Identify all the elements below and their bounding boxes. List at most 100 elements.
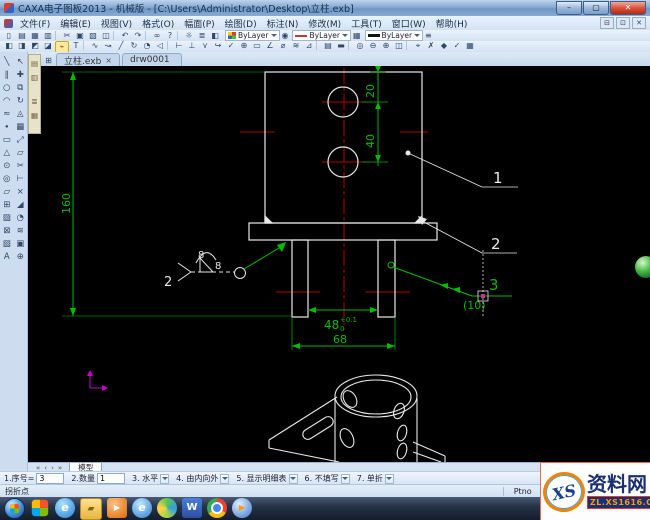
toolbar-icon[interactable]: ▧ xyxy=(87,31,99,41)
assistant-ball-icon[interactable] xyxy=(635,256,650,278)
dropdown-arrow-icon[interactable] xyxy=(288,473,298,484)
toolbar-icon[interactable]: ◪ xyxy=(42,41,54,51)
toolbar-icon[interactable] xyxy=(55,30,60,40)
toolbar-icon[interactable]: ✂ xyxy=(61,31,73,41)
toolbar-icon[interactable]: ◫ xyxy=(100,31,112,41)
draw-tool-icon[interactable]: △ xyxy=(1,146,13,159)
draw-tool-icon[interactable]: ≈ xyxy=(1,107,13,120)
modify-tool-icon[interactable]: ⤢ xyxy=(14,133,26,146)
modify-tool-icon[interactable]: ✂ xyxy=(14,159,26,172)
tabstrip-icon[interactable]: ⊞ xyxy=(43,55,54,66)
toolbar-icon[interactable]: ↻ xyxy=(128,41,140,51)
toolbar-icon[interactable]: ◧ xyxy=(3,41,15,51)
menu-item[interactable]: 格式(O) xyxy=(137,16,179,31)
modify-tool-icon[interactable]: ↻ xyxy=(14,94,26,107)
modify-tool-icon[interactable]: ▦ xyxy=(14,120,26,133)
draw-tool-icon[interactable]: ⊙ xyxy=(1,159,13,172)
linetype-combo[interactable]: ByLayer xyxy=(292,30,351,41)
menu-item[interactable]: 文件(F) xyxy=(15,16,55,31)
draw-tool-icon[interactable]: ▱ xyxy=(1,185,13,198)
quantity-input[interactable]: 1 xyxy=(96,473,125,484)
linetype-manager-icon[interactable]: ▦ xyxy=(353,31,361,40)
taskbar-app-icon[interactable] xyxy=(31,499,49,516)
taskbar-app-icon[interactable] xyxy=(207,497,227,518)
menu-item[interactable]: 视图(V) xyxy=(96,16,137,31)
color-combo[interactable]: ByLayer xyxy=(225,30,280,41)
draw-tool-icon[interactable]: ○ xyxy=(1,81,13,94)
modify-tool-icon[interactable]: ✚ xyxy=(14,68,26,81)
toolbar-icon[interactable] xyxy=(83,40,88,50)
toolbar-icon[interactable]: ◧ xyxy=(209,31,221,41)
mdi-window-button[interactable]: ⊟ xyxy=(600,17,614,29)
modify-tool-icon[interactable]: ⊢ xyxy=(14,172,26,185)
draw-tool-icon[interactable]: ▭ xyxy=(1,133,13,146)
serial-input[interactable]: 3 xyxy=(36,473,65,484)
document-tab[interactable]: drw0001 xyxy=(121,53,182,66)
maximize-button[interactable]: ▢ xyxy=(583,1,609,15)
draw-tool-icon[interactable]: ⊞ xyxy=(1,198,13,211)
modify-tool-icon[interactable]: ▱ xyxy=(14,146,26,159)
modify-tool-icon[interactable]: ◢ xyxy=(14,198,26,211)
toolbar-icon[interactable]: ⌖ xyxy=(412,41,424,51)
toolbar-icon[interactable]: ∿ xyxy=(89,41,101,51)
toolbar-icon[interactable]: ◔ xyxy=(141,41,153,51)
menu-item[interactable]: 帮助(H) xyxy=(431,16,473,31)
toolbar-icon[interactable]: ◫ xyxy=(393,41,405,51)
menu-item[interactable]: 幅面(P) xyxy=(179,16,219,31)
toolbar-icon[interactable]: ? xyxy=(164,31,176,41)
toolbar-icon[interactable]: ▭ xyxy=(251,41,263,51)
close-button[interactable]: ✕ xyxy=(610,1,646,15)
toolbar-icon[interactable]: ∞ xyxy=(151,31,163,41)
toolbar-icon[interactable]: ⊥ xyxy=(186,41,198,51)
dock-tab-icon[interactable]: ▦ xyxy=(30,109,40,121)
toolbar-icon[interactable]: ✗ xyxy=(425,41,437,51)
minimize-button[interactable]: – xyxy=(556,1,582,15)
modify-tool-icon[interactable]: ↖ xyxy=(14,55,26,68)
modify-tool-icon[interactable]: ⨯ xyxy=(14,185,26,198)
drawing-canvas[interactable]: 20 40 160 48 +0.1 0 68 (10) 3 1 2 2 8 8 xyxy=(28,66,650,462)
draw-tool-icon[interactable]: ╲ xyxy=(1,55,13,68)
taskbar-app-icon[interactable]: e xyxy=(132,497,152,518)
dropdown-arrow-icon[interactable] xyxy=(340,473,350,484)
toolbar-icon[interactable]: ↷ xyxy=(132,31,144,41)
color-wheel-icon[interactable]: ◉ xyxy=(282,31,289,40)
toolbar-icon[interactable]: ▬ xyxy=(335,41,347,51)
taskbar-app-icon[interactable]: ▰ xyxy=(80,497,102,520)
taskbar-app-icon[interactable]: e xyxy=(55,497,75,518)
dock-tab-icon[interactable]: ≣ xyxy=(30,95,40,107)
dropdown-arrow-icon[interactable] xyxy=(384,473,394,484)
dropdown-arrow-icon[interactable] xyxy=(220,473,230,484)
toolbar-icon[interactable]: ↪ xyxy=(212,41,224,51)
toolbar-icon[interactable]: ◁ xyxy=(154,41,166,51)
toolbar-icon[interactable] xyxy=(348,40,353,50)
start-button[interactable] xyxy=(4,498,25,519)
toolbar-icon[interactable]: ≣ xyxy=(196,31,208,41)
tab-close-icon[interactable]: × xyxy=(105,56,112,65)
toolbar-icon[interactable]: ▦ xyxy=(464,41,476,51)
toolbar-icon[interactable]: ✓ xyxy=(451,41,463,51)
toolbar-icon[interactable]: ⊕ xyxy=(380,41,392,51)
taskbar-app-icon[interactable] xyxy=(157,497,177,518)
draw-tool-icon[interactable]: ▨ xyxy=(1,211,13,224)
toolbar-icon[interactable]: ⊿ xyxy=(303,41,315,51)
document-tab[interactable]: 立柱.exb × xyxy=(56,53,120,67)
menu-item[interactable]: 标注(N) xyxy=(262,16,304,31)
modify-tool-icon[interactable]: ≋ xyxy=(14,224,26,237)
toolbar-icon[interactable]: ◎ xyxy=(354,41,366,51)
toolbar-icon[interactable]: ↶ xyxy=(119,31,131,41)
lineweight-combo[interactable]: ByLayer xyxy=(364,30,424,41)
option-fill[interactable]: 6. 不填写 xyxy=(305,473,350,484)
taskbar-app-icon[interactable]: ▶ xyxy=(107,497,127,518)
toolbar-icon[interactable]: ⊢ xyxy=(173,41,185,51)
modify-tool-icon[interactable]: ⊕ xyxy=(14,250,26,263)
dropdown-arrow-icon[interactable] xyxy=(160,473,170,484)
toolbar-icon[interactable] xyxy=(167,40,172,50)
option-direction[interactable]: 4. 由内向外 xyxy=(176,473,230,484)
draw-tool-icon[interactable]: ∙ xyxy=(1,120,13,133)
mdi-window-button[interactable]: ✕ xyxy=(632,17,646,29)
toolbar-icon[interactable]: ◨ xyxy=(16,41,28,51)
toolbar-icon[interactable]: ◆ xyxy=(438,41,450,51)
toolbar-icon[interactable]: ⋎ xyxy=(199,41,211,51)
toolbar-icon[interactable] xyxy=(177,30,182,40)
draw-tool-icon[interactable]: ∥ xyxy=(1,68,13,81)
